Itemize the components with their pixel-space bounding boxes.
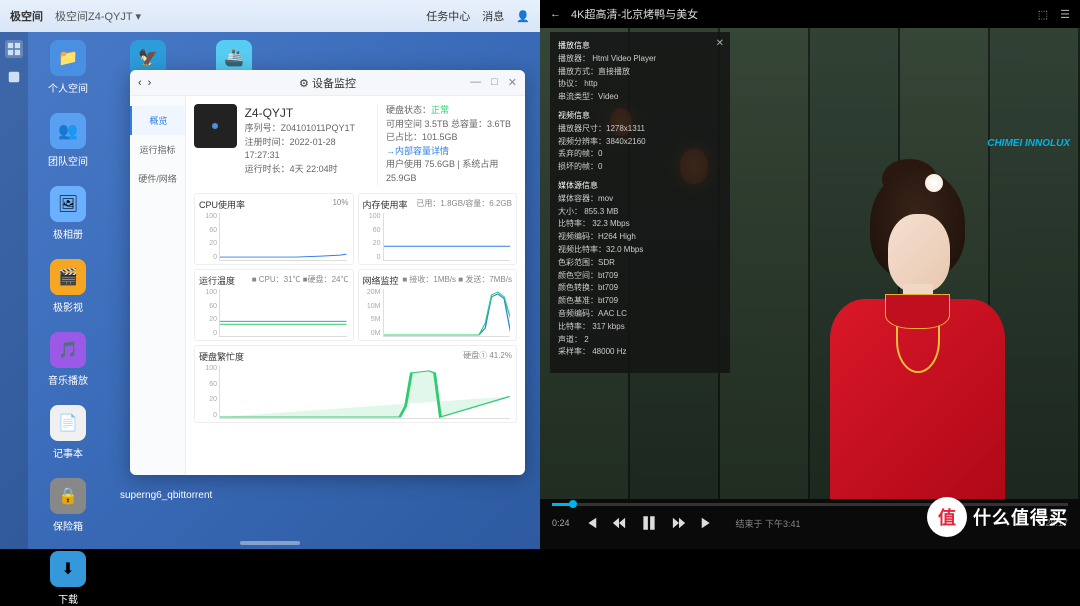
chart-memory: 内存使用率已用：1.8GB/容量：6.2GB 10060200 [358,193,518,265]
end-time: 结束于 下午3:41 [736,517,801,530]
prev-button[interactable] [584,516,598,530]
video-title: 4K超高清-北京烤鸭与美女 [571,6,698,22]
window-content: Z4-QYJT 序列号：Z04101011PQY1T 注册时间：2022-01-… [186,96,525,475]
back-button[interactable]: ← [550,8,561,20]
next-button[interactable] [700,516,714,530]
device-monitor-window: ‹› ⚙ 设备监控 —□✕ 概览 运行指标 硬件/网络 Z4-QYJT 序列号：… [130,70,525,475]
device-reg: 注册时间：2022-01-28 17:27:31 [245,136,369,163]
disk-space: 可用空间 3.5TB 总容量：3.6TB 已占比：101.5GB [386,118,517,145]
pause-button[interactable] [640,514,658,532]
window-titlebar[interactable]: ‹› ⚙ 设备监控 —□✕ [130,70,525,96]
top-bar: 极空间 极空间Z4-QYJT ▾ 任务中心 消息 👤 [0,0,540,32]
messages-link[interactable]: 消息 [482,8,504,24]
user-icon[interactable]: 👤 [516,10,530,23]
video-titlebar: ← 4K超高清-北京烤鸭与美女 ⬚ ☰ [540,0,1080,28]
nas-desktop: 极空间 极空间Z4-QYJT ▾ 任务中心 消息 👤 📁个人空间 👥团队空间 🖼… [0,0,540,549]
sidebar-apps[interactable] [5,68,23,86]
desktop-icons: 📁个人空间 👥团队空间 🖼极相册 🎬极影视 🎵音乐播放 📄记事本 🔒保险箱 ⬇下… [40,40,96,606]
forward-icon[interactable]: › [148,77,152,89]
icon-music[interactable]: 🎵音乐播放 [40,332,96,387]
taskbar-indicator [240,541,300,545]
cc-icon[interactable]: ☰ [1060,8,1070,21]
close-icon[interactable]: ✕ [508,76,517,89]
window-title-text: 设备监控 [312,78,356,90]
forward-button[interactable] [672,516,686,530]
device-uptime: 运行时长：4天 22:04时 [245,163,369,177]
sidebar [0,32,28,549]
chart-temp: 运行温度■ CPU：31℃ ■硬盘：24℃ 10060200 [194,269,354,341]
task-center-link[interactable]: 任务中心 [426,8,470,24]
icon-safe[interactable]: 🔒保险箱 [40,478,96,533]
device-name: Z4-QYJT [245,104,369,122]
qbittorrent-label[interactable]: superng6_qbittorrent [120,490,190,501]
brand-watermark: CHIMEI INNOLUX [987,138,1070,149]
logo: 极空间 [10,8,43,24]
sidebar-grid[interactable] [5,40,23,58]
device-serial: 序列号：Z04101011PQY1T [245,122,369,136]
disk-usage: 用户使用 75.6GB | 系统占用 25.9GB [386,158,517,185]
icon-download[interactable]: ⬇下载 [40,551,96,606]
minimize-icon[interactable]: — [470,76,481,89]
back-icon[interactable]: ‹ [138,77,142,89]
cast-icon[interactable]: ⬚ [1038,8,1048,21]
chart-disk-busy: 硬盘繁忙度硬盘① 41.2% 10060200 [194,345,517,423]
current-time: 0:24 [552,518,570,528]
video-player: ← 4K超高清-北京烤鸭与美女 ⬚ ☰ ✕ 播放信息 播放器： Html Vid… [540,0,1080,549]
nav-metrics[interactable]: 运行指标 [130,135,185,164]
maximize-icon[interactable]: □ [491,76,498,89]
disk-detail-link[interactable]: →内部容量详情 [386,145,517,159]
chart-network: 网络监控■ 接收：1MB/s ■ 发送：7MB/s 20M10M5M0M [358,269,518,341]
video-subject [800,159,1020,499]
nav-overview[interactable]: 概览 [130,106,185,135]
rewind-button[interactable] [612,516,626,530]
device-selector[interactable]: 极空间Z4-QYJT ▾ [55,8,141,24]
info-close-icon[interactable]: ✕ [716,36,724,52]
window-nav: 概览 运行指标 硬件/网络 [130,96,186,475]
icon-team-space[interactable]: 👥团队空间 [40,113,96,168]
disk-status: 正常 [431,105,449,115]
icon-notes[interactable]: 📄记事本 [40,405,96,460]
icon-personal-space[interactable]: 📁个人空间 [40,40,96,95]
icon-album[interactable]: 🖼极相册 [40,186,96,241]
nav-hardware[interactable]: 硬件/网络 [130,164,185,193]
chart-cpu: CPU使用率10% 10060200 [194,193,354,265]
device-image [194,104,237,148]
media-info-panel: ✕ 播放信息 播放器： Html Video Player播放方式：直接播放协议… [550,32,730,373]
smzdm-watermark: 值 什么值得买 [927,497,1068,537]
icon-video[interactable]: 🎬极影视 [40,259,96,314]
